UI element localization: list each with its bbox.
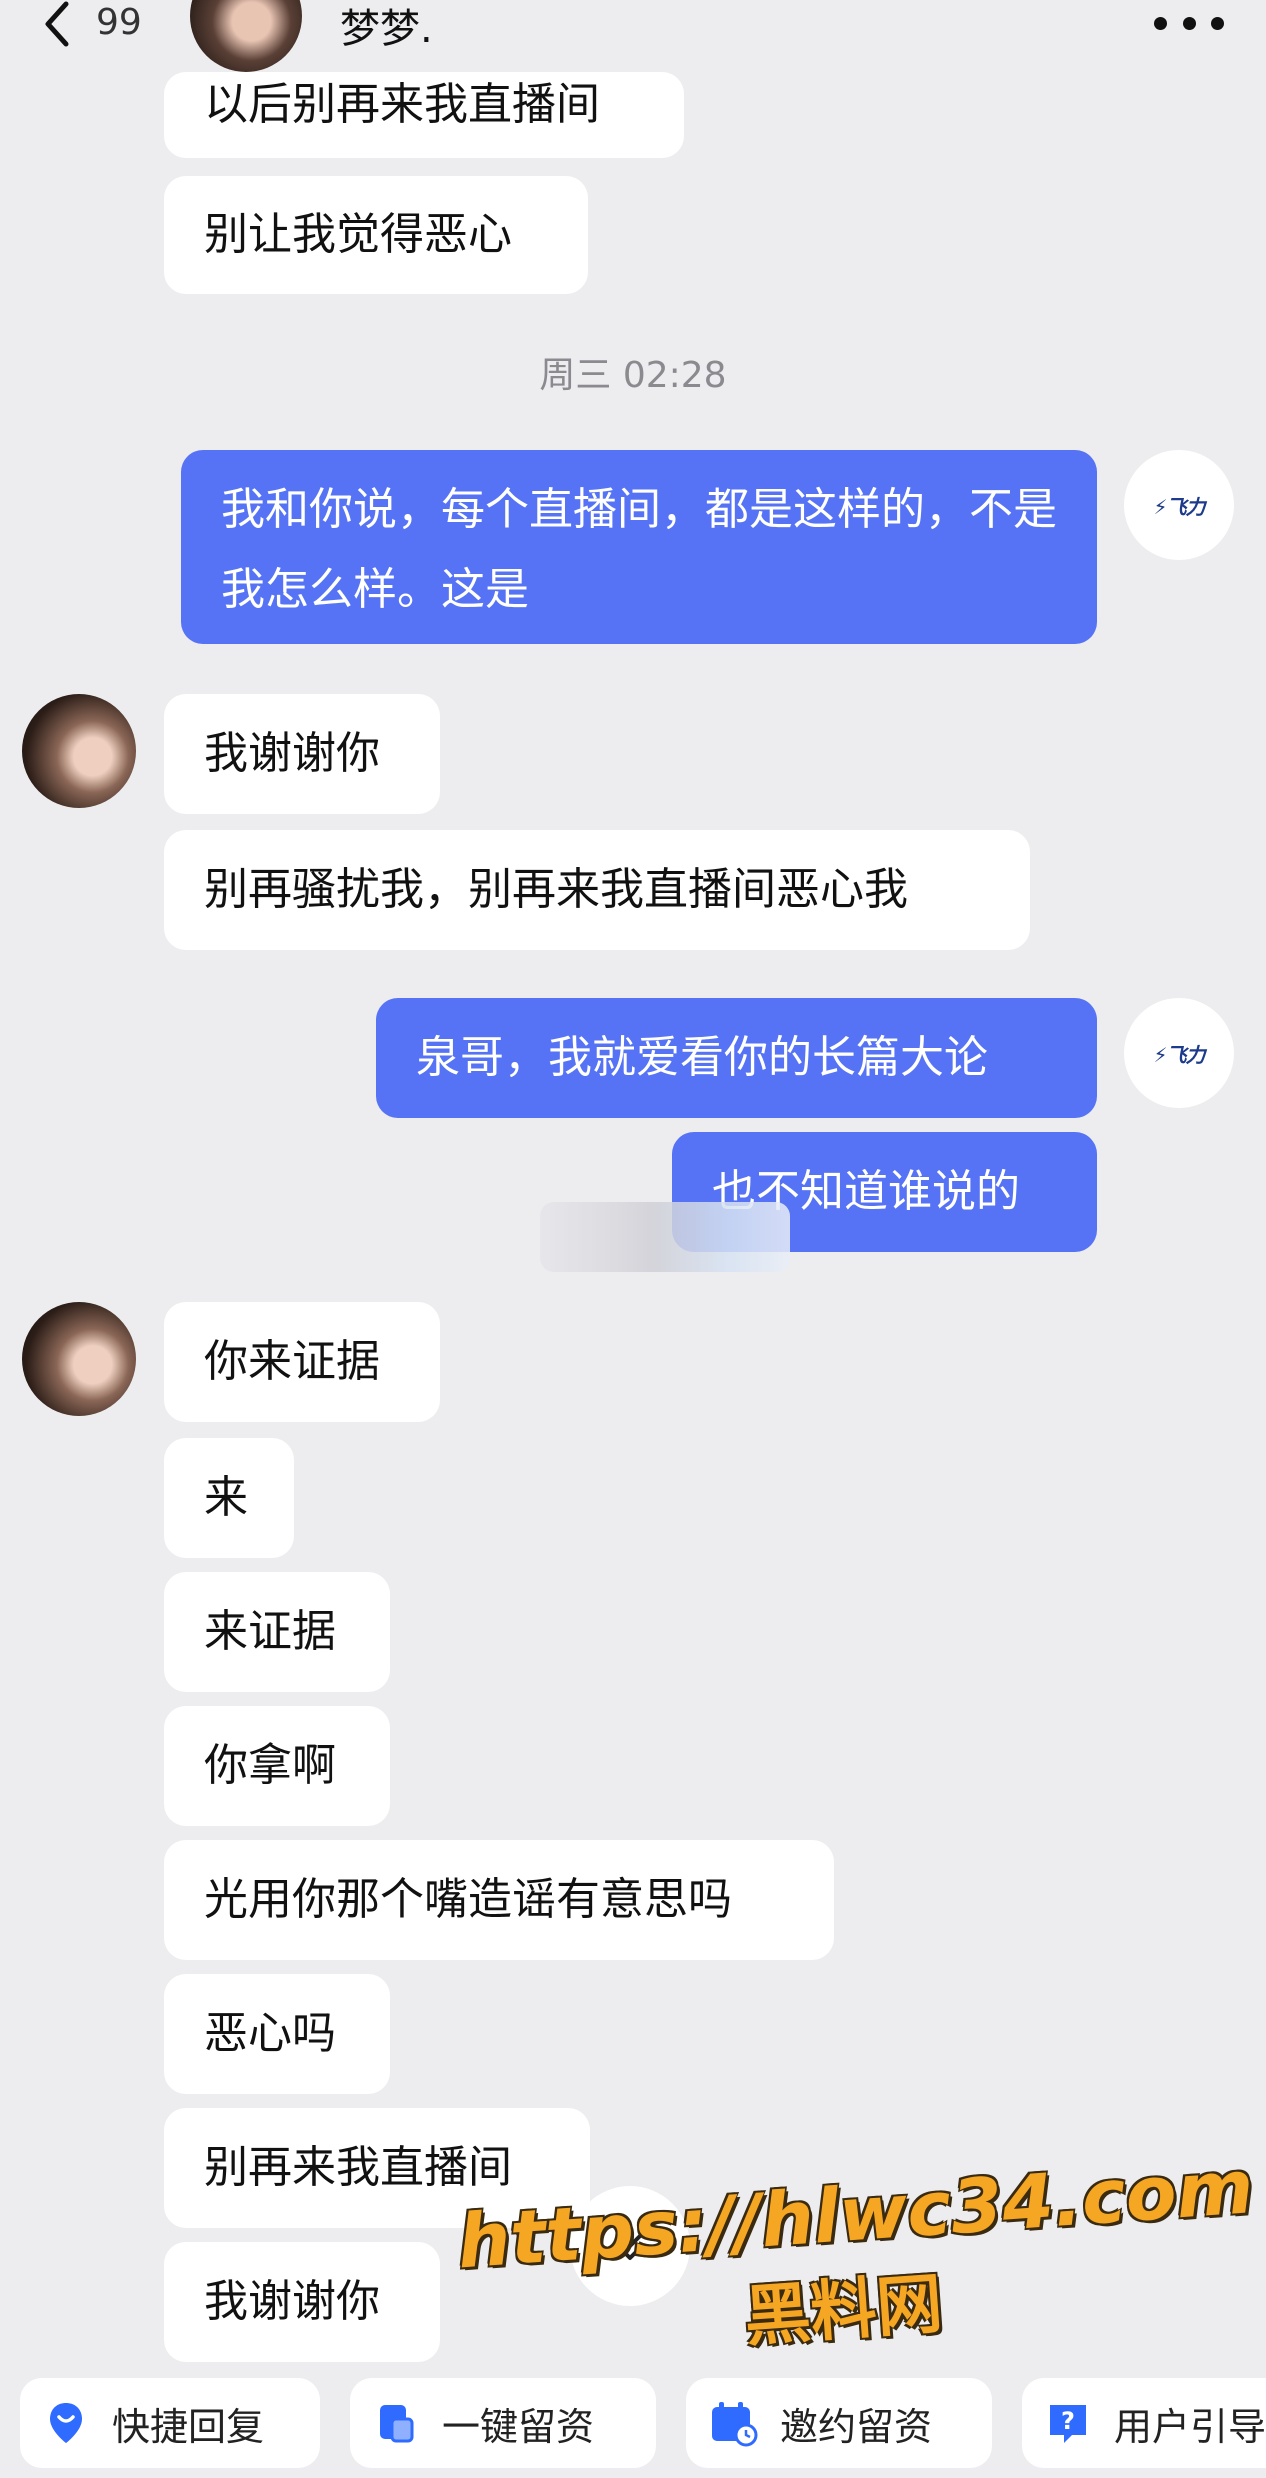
self-avatar[interactable]: ⚡飞力 [1124,998,1234,1108]
help-icon: ? [1050,2405,1086,2443]
message-bubble-incoming[interactable]: 光用你那个嘴造谣有意思吗 [164,1840,834,1960]
quick-reply-label: 快捷回复 [112,2404,265,2449]
chevron-left-icon[interactable] [38,0,78,50]
self-avatar[interactable]: ⚡飞力 [1124,450,1234,560]
one-click-lead-button[interactable]: 一键留资 [350,2378,656,2468]
invite-lead-label: 邀约留资 [780,2404,933,2449]
contact-avatar[interactable] [22,694,136,808]
message-bubble-outgoing[interactable]: 泉哥，我就爱看你的长篇大论 [376,998,1097,1118]
user-guide-label: 用户引导 [1114,2404,1266,2449]
message-timestamp: 周三 02:28 [539,355,727,396]
brand-logo-icon: ⚡飞力 [1153,494,1205,519]
chat-header: 99 梦梦. [0,0,1266,72]
brand-logo-icon: ⚡飞力 [1153,1042,1205,1067]
location-pin-icon [50,2403,82,2443]
message-bubble-incoming[interactable]: 恶心吗 [164,1974,390,2094]
user-guide-button[interactable]: ? 用户引导 [1022,2378,1266,2468]
one-click-lead-label: 一键留资 [442,2404,595,2449]
quick-action-bar: 快捷回复 一键留资 邀约留资 ? 用户引导 [0,2376,1266,2478]
contact-avatar[interactable] [22,1302,136,1416]
more-dots-icon[interactable] [1154,8,1224,38]
message-bubble-incoming[interactable]: 以后别再来我直播间 [164,72,684,158]
svg-text:?: ? [1061,2407,1075,2435]
message-bubble-incoming[interactable]: 我谢谢你 [164,2242,440,2362]
message-bubble-incoming[interactable]: 来 [164,1438,294,1558]
message-bubble-incoming[interactable]: 你拿啊 [164,1706,390,1826]
unread-count-badge: 99 [96,2,142,43]
message-bubble-outgoing[interactable]: 我和你说，每个直播间，都是这样的，不是我怎么样。这是 [181,450,1097,644]
invite-lead-button[interactable]: 邀约留资 [686,2378,992,2468]
contact-name[interactable]: 梦梦. [340,0,433,54]
message-bubble-incoming[interactable]: 别让我觉得恶心 [164,176,588,294]
message-bubble-incoming[interactable]: 来证据 [164,1572,390,1692]
clipboard-icon [380,2405,414,2443]
message-bubble-incoming[interactable]: 你来证据 [164,1302,440,1422]
message-bubble-incoming[interactable]: 别再骚扰我，别再来我直播间恶心我 [164,830,1030,950]
calendar-icon [712,2402,758,2447]
message-bubble-incoming[interactable]: 我谢谢你 [164,694,440,814]
blurred-status [540,1202,790,1272]
contact-avatar[interactable] [190,0,302,72]
quick-reply-button[interactable]: 快捷回复 [20,2378,320,2468]
